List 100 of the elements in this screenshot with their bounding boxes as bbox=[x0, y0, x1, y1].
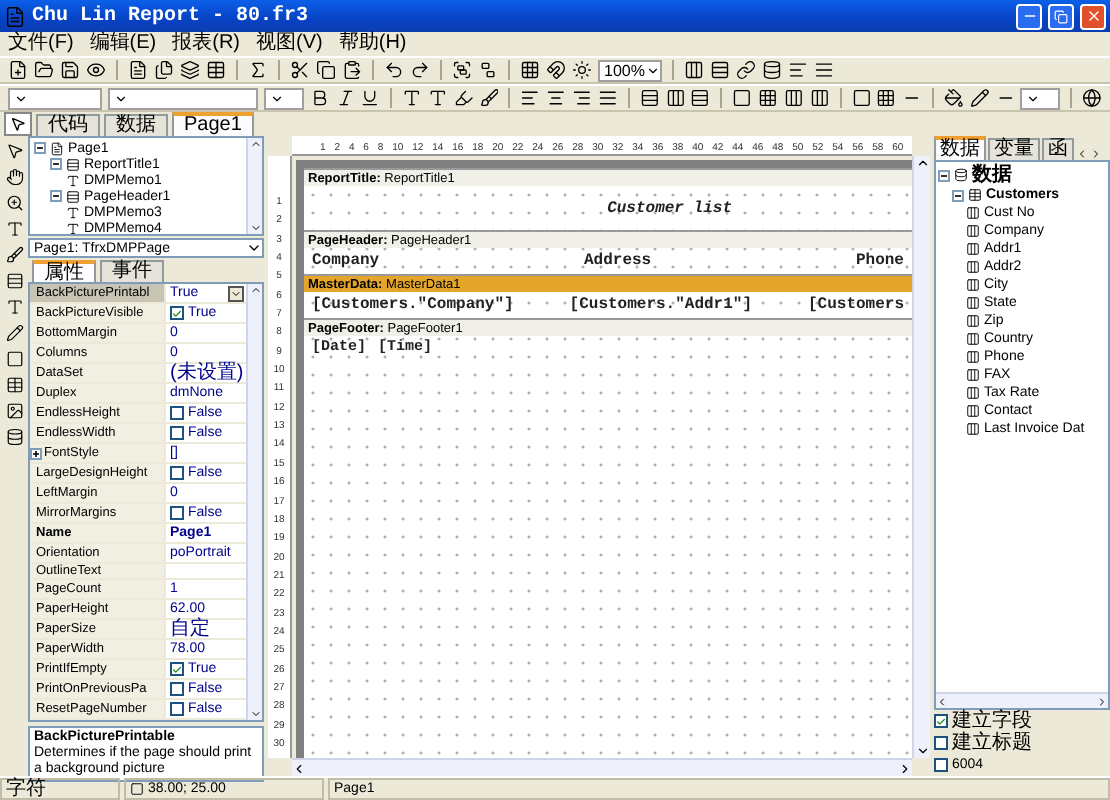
checkbox[interactable] bbox=[934, 714, 948, 728]
align-center-icon[interactable] bbox=[546, 88, 567, 108]
hand-icon[interactable] bbox=[5, 168, 23, 186]
open-folder-icon[interactable] bbox=[34, 60, 54, 80]
checkbox[interactable] bbox=[934, 736, 948, 750]
dropdown-button[interactable] bbox=[228, 285, 244, 301]
text-memo[interactable]: Company bbox=[312, 252, 380, 270]
rectangle-icon[interactable] bbox=[5, 350, 23, 368]
vertical-scrollbar[interactable] bbox=[912, 156, 930, 758]
paste-icon[interactable] bbox=[342, 60, 362, 80]
tab[interactable]: 数据 bbox=[104, 114, 168, 136]
menu-item[interactable]: 报表(R) bbox=[172, 32, 241, 56]
text-tool-icon[interactable] bbox=[5, 220, 23, 238]
horizontal-scrollbar[interactable] bbox=[292, 758, 912, 776]
tab[interactable]: 属性 bbox=[32, 260, 96, 282]
checkbox[interactable] bbox=[170, 406, 184, 420]
checkbox[interactable] bbox=[170, 466, 184, 480]
restore-button[interactable] bbox=[1048, 3, 1074, 29]
columns-icon[interactable] bbox=[684, 60, 704, 80]
tree-item[interactable]: 数据 bbox=[972, 165, 1012, 185]
tab[interactable]: 函 bbox=[1042, 138, 1074, 160]
scroll-left-icon[interactable] bbox=[292, 761, 306, 775]
expand-icon[interactable] bbox=[952, 189, 964, 201]
underline-icon[interactable] bbox=[360, 88, 381, 108]
frame-icon[interactable] bbox=[851, 88, 871, 108]
database-icon[interactable] bbox=[5, 428, 23, 446]
tab[interactable]: 代码 bbox=[36, 114, 100, 136]
checkbox[interactable] bbox=[170, 506, 184, 520]
copy-icon[interactable] bbox=[316, 60, 336, 80]
sigma-icon[interactable] bbox=[248, 60, 268, 80]
checkbox[interactable] bbox=[170, 426, 184, 440]
list-icon[interactable] bbox=[814, 60, 834, 80]
pencil-icon[interactable] bbox=[5, 324, 23, 342]
checkbox-option[interactable]: 建立字段 bbox=[934, 710, 1110, 732]
link-icon[interactable] bbox=[736, 60, 756, 80]
checkbox-option[interactable]: 建立标题 bbox=[934, 732, 1110, 754]
undo-icon[interactable] bbox=[384, 60, 404, 80]
align-left-icon[interactable] bbox=[520, 88, 541, 108]
text-style-icon[interactable] bbox=[402, 88, 422, 108]
scroll-down-icon[interactable] bbox=[915, 744, 929, 758]
text-memo[interactable]: Address bbox=[583, 252, 652, 270]
scroll-right-icon[interactable] bbox=[898, 761, 912, 775]
justify-icon[interactable] bbox=[597, 88, 618, 108]
checkbox[interactable] bbox=[170, 306, 184, 320]
bold-icon[interactable] bbox=[309, 88, 330, 108]
menu-item[interactable]: 视图(V) bbox=[256, 32, 323, 56]
expand-icon[interactable] bbox=[30, 447, 42, 459]
expand-icon[interactable] bbox=[34, 142, 46, 154]
minimize-button[interactable] bbox=[1016, 3, 1042, 29]
globe-icon[interactable] bbox=[1082, 88, 1103, 108]
brush-icon[interactable] bbox=[479, 88, 499, 108]
italic-icon[interactable] bbox=[335, 88, 355, 108]
menu-item[interactable]: 编辑(E) bbox=[89, 32, 157, 56]
page-icon[interactable] bbox=[128, 60, 148, 80]
checkbox[interactable] bbox=[170, 662, 184, 676]
preview-icon[interactable] bbox=[86, 60, 106, 80]
band-icon[interactable] bbox=[5, 272, 23, 290]
tab[interactable]: Page1 bbox=[172, 112, 254, 136]
picture-icon[interactable] bbox=[5, 402, 23, 420]
align-right-icon[interactable] bbox=[572, 88, 592, 108]
expand-icon[interactable] bbox=[938, 169, 950, 181]
tab[interactable]: 数据 bbox=[934, 136, 986, 160]
menu-item[interactable]: 文件(F) bbox=[8, 32, 74, 56]
close-button[interactable] bbox=[1080, 3, 1106, 29]
sun-icon[interactable] bbox=[572, 60, 592, 80]
group-icon[interactable] bbox=[452, 60, 472, 80]
zoom-icon[interactable] bbox=[5, 194, 23, 212]
new-file-icon[interactable] bbox=[8, 60, 28, 80]
text-memo[interactable]: Phone bbox=[855, 252, 904, 270]
fill-color-icon[interactable] bbox=[944, 88, 964, 108]
tab[interactable]: 事件 bbox=[100, 260, 164, 282]
lines-icon[interactable] bbox=[788, 60, 808, 80]
checkbox[interactable] bbox=[170, 702, 184, 716]
pages-icon[interactable] bbox=[154, 60, 174, 80]
tab[interactable]: 变量 bbox=[988, 138, 1040, 160]
scroll-up-icon[interactable] bbox=[915, 156, 929, 170]
line-color-icon[interactable] bbox=[969, 88, 990, 108]
redo-icon[interactable] bbox=[410, 60, 430, 80]
brush-icon[interactable] bbox=[5, 246, 23, 264]
pointer-button[interactable] bbox=[4, 112, 32, 136]
cut-icon[interactable] bbox=[290, 60, 310, 80]
table-icon[interactable] bbox=[206, 60, 226, 80]
checkbox[interactable] bbox=[934, 758, 948, 772]
frame-all-icon[interactable] bbox=[758, 88, 778, 108]
database-icon[interactable] bbox=[762, 60, 782, 80]
rows-icon[interactable] bbox=[710, 60, 730, 80]
expand-icon[interactable] bbox=[50, 158, 62, 170]
text-memo[interactable]: Customer list bbox=[607, 199, 732, 217]
save-icon[interactable] bbox=[60, 60, 80, 80]
menu-item[interactable]: 帮助(H) bbox=[338, 32, 407, 56]
ungroup-icon[interactable] bbox=[478, 60, 498, 80]
checkbox[interactable] bbox=[170, 682, 184, 696]
font-icon[interactable] bbox=[428, 88, 448, 108]
table-icon[interactable] bbox=[5, 376, 23, 394]
memo-tool-icon[interactable] bbox=[5, 298, 23, 316]
expand-icon[interactable] bbox=[50, 190, 62, 202]
grid-icon[interactable] bbox=[520, 60, 540, 80]
text-memo[interactable]: [Customers bbox=[807, 296, 904, 314]
text-memo[interactable]: [Customers."Addr1"] bbox=[569, 296, 753, 314]
highlighter-icon[interactable] bbox=[453, 88, 474, 108]
